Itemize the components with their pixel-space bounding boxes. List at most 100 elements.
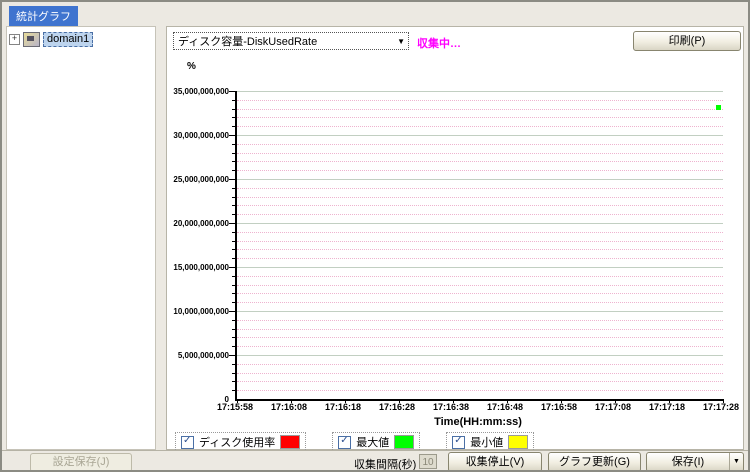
y-axis-tick [229, 355, 235, 356]
gridline-minor [237, 188, 723, 189]
x-tick-label: 17:17:18 [649, 402, 685, 412]
y-axis-tick [232, 258, 235, 259]
x-tick-label: 17:16:08 [271, 402, 307, 412]
y-axis-tick [232, 117, 235, 118]
y-tick-label: 15,000,000,000 [173, 263, 229, 272]
y-axis-tick [232, 153, 235, 154]
panel-splitter[interactable] [156, 26, 166, 450]
graph-refresh-button[interactable]: グラフ更新(G) [548, 452, 641, 472]
y-axis-tick [229, 91, 235, 92]
y-tick-label: 20,000,000,000 [173, 219, 229, 228]
gridline-minor [237, 337, 723, 338]
legend-checkbox-disk-used-rate[interactable] [181, 436, 194, 449]
tree-node-label[interactable]: domain1 [43, 32, 93, 47]
x-tick-label: 17:16:28 [379, 402, 415, 412]
domain-icon [23, 32, 40, 47]
legend-checkbox-max-value[interactable] [338, 436, 351, 449]
gridline-minor [237, 232, 723, 233]
gridline-minor [237, 170, 723, 171]
y-axis-tick [232, 197, 235, 198]
y-tick-label: 10,000,000,000 [173, 307, 229, 316]
gridline-minor [237, 100, 723, 101]
collection-interval-input: 10 [419, 454, 437, 469]
gridline-minor [237, 381, 723, 382]
y-tick-label: 5,000,000,000 [178, 351, 229, 360]
y-axis-tick [232, 170, 235, 171]
plot-area [235, 91, 723, 401]
gridline-minor [237, 373, 723, 374]
y-tick-label: 35,000,000,000 [173, 87, 229, 96]
y-axis-tick [232, 109, 235, 110]
gridline-minor [237, 197, 723, 198]
gridline-minor [237, 205, 723, 206]
collecting-status: 収集中… [417, 35, 461, 51]
y-axis-tick [229, 267, 235, 268]
collection-interval-label: 収集間隔(秒) [354, 456, 416, 472]
y-axis-tick [232, 276, 235, 277]
gridline-minor [237, 329, 723, 330]
settings-save-button: 設定保存(J) [30, 453, 132, 472]
y-axis-tick [229, 223, 235, 224]
y-axis-labels: 05,000,000,00010,000,000,00015,000,000,0… [167, 91, 231, 399]
gridline-minor [237, 214, 723, 215]
legend-checkbox-min-value[interactable] [452, 436, 465, 449]
gridline-minor [237, 241, 723, 242]
y-tick-label: 25,000,000,000 [173, 175, 229, 184]
legend-label: 最大値 [356, 434, 389, 450]
y-axis-tick [232, 373, 235, 374]
stop-collection-button[interactable]: 収集停止(V) [448, 452, 542, 472]
save-button-label: 保存(I) [672, 456, 704, 468]
tree-node-domain1[interactable]: domain1 [9, 32, 154, 47]
y-axis-tick [232, 205, 235, 206]
y-axis-unit-label: % [187, 61, 196, 72]
save-dropdown-arrow-icon[interactable] [729, 453, 743, 471]
x-tick-label: 17:16:38 [433, 402, 469, 412]
print-button[interactable]: 印刷(P) [633, 31, 741, 51]
gridline-minor [237, 346, 723, 347]
legend-item-max-value: 最大値 [332, 432, 420, 452]
chevron-down-icon[interactable] [397, 37, 405, 47]
y-tick-label: 30,000,000,000 [173, 131, 229, 140]
gridline-minor [237, 390, 723, 391]
x-axis-labels: 17:15:5817:16:0817:16:1817:16:2817:16:38… [235, 402, 721, 414]
y-axis-tick [232, 293, 235, 294]
gridline-minor [237, 249, 723, 250]
y-axis-tick [229, 311, 235, 312]
gridline-major [237, 223, 723, 224]
y-axis-tick [229, 179, 235, 180]
x-tick-label: 17:17:28 [703, 402, 739, 412]
chart-panel: ディスク容量-DiskUsedRate 収集中… 印刷(P) % 05,000,… [166, 26, 744, 450]
metric-select[interactable]: ディスク容量-DiskUsedRate [173, 32, 409, 50]
y-axis-tick [232, 329, 235, 330]
y-axis-tick [232, 320, 235, 321]
gridline-minor [237, 126, 723, 127]
legend-label: 最小値 [470, 434, 503, 450]
gridline-major [237, 135, 723, 136]
series-legend: ディスク使用率 最大値 最小値 [175, 432, 534, 452]
x-tick-label: 17:15:58 [217, 402, 253, 412]
gridline-major [237, 267, 723, 268]
gridline-minor [237, 144, 723, 145]
y-axis-tick [232, 100, 235, 101]
y-axis-tick [232, 214, 235, 215]
gridline-major [237, 91, 723, 92]
gridline-minor [237, 293, 723, 294]
y-axis-tick [232, 188, 235, 189]
legend-label: ディスク使用率 [199, 434, 275, 450]
y-axis-tick [232, 337, 235, 338]
gridline-major [237, 179, 723, 180]
x-tick-label: 17:17:08 [595, 402, 631, 412]
y-axis-tick [232, 302, 235, 303]
y-axis-tick [232, 232, 235, 233]
gridline-minor [237, 320, 723, 321]
tab-statistics-graph[interactable]: 統計グラフ [9, 6, 78, 26]
x-tick-label: 17:16:18 [325, 402, 361, 412]
y-axis-tick [232, 346, 235, 347]
gridline-minor [237, 302, 723, 303]
x-tick-label: 17:16:58 [541, 402, 577, 412]
domain-tree-panel: domain1 [6, 26, 156, 450]
y-axis-tick [232, 364, 235, 365]
y-axis-tick [232, 381, 235, 382]
save-button[interactable]: 保存(I) [646, 452, 744, 472]
tree-expand-icon[interactable] [9, 34, 20, 45]
